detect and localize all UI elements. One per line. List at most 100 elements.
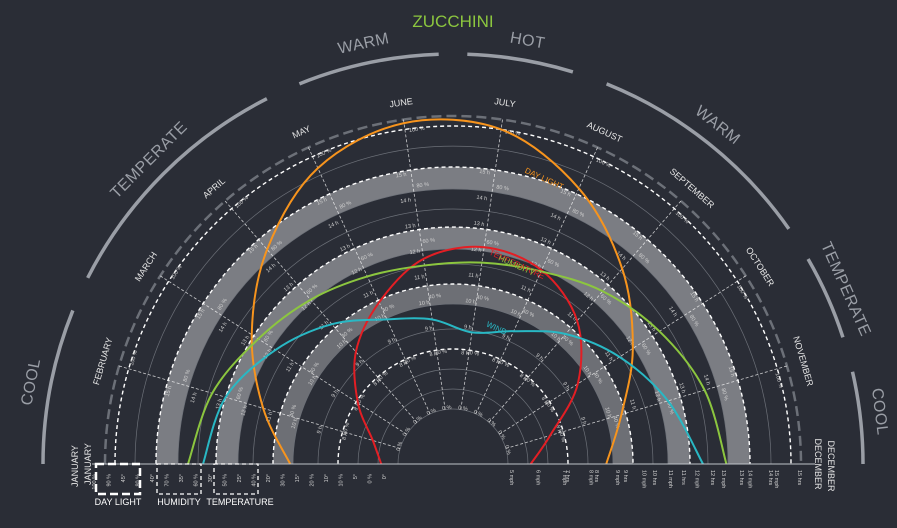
- grid-ring: [317, 328, 589, 465]
- hour-tick: 9 h: [316, 425, 324, 434]
- left-axis-tick: 70 %: [165, 474, 171, 487]
- hour-tick: 14 h: [218, 321, 229, 333]
- wind-axis-tick: 10 mph: [641, 470, 647, 488]
- percent-tick: 100 %: [773, 372, 783, 389]
- wind-axis-tick: 5 mph: [508, 470, 514, 485]
- legend: DAY LIGHT HUMIDITY TEMPERATURE: [94, 462, 274, 507]
- hour-tick: 11 h: [285, 361, 296, 373]
- zucchini-radial-chart: ZUCCHINI COOLTEMPERATEWARM HOTWARMTEMPERA…: [19, 12, 891, 507]
- legend-swatch: [94, 462, 142, 496]
- percent-tick: 0 %: [402, 426, 412, 437]
- left-axis-tick: 45°: [121, 474, 127, 482]
- chart-bands: [156, 167, 750, 464]
- left-axis-tick: 0 %: [368, 474, 374, 484]
- left-axis-tick: 25°: [237, 474, 243, 482]
- left-axis-tick: 10 %: [339, 474, 345, 487]
- season-arc: [467, 52, 574, 74]
- left-axis-tick: 20 %: [310, 474, 316, 487]
- hour-tick: 14 h: [400, 197, 411, 204]
- percent-tick: 0 %: [496, 430, 506, 441]
- left-axis-tick: 60 %: [194, 474, 200, 487]
- month-label: NOVEMBER: [791, 335, 815, 388]
- legend-label: HUMIDITY: [157, 497, 201, 507]
- hour-tick: 13 h: [405, 223, 416, 230]
- season-arc: [41, 309, 75, 465]
- wind-axis-tick: 6 mph: [535, 470, 541, 485]
- hour-tick: 12 h: [409, 249, 420, 256]
- month-label: MARCH: [133, 250, 159, 283]
- hour-tick: 14 h: [702, 374, 711, 386]
- left-axis-tick: 0°: [382, 474, 388, 479]
- left-axis-tick: 30°: [208, 474, 214, 482]
- wind-axis-tick: 11 mph: [667, 470, 673, 488]
- series-label: WIND: [485, 320, 508, 337]
- left-axis-tick: 40°: [150, 474, 156, 482]
- hour-tick: 11 h: [628, 399, 637, 411]
- hours-axis-tick: 15 hrs: [796, 470, 802, 486]
- hour-tick: 9 h: [425, 326, 433, 333]
- grid-ring: [397, 408, 509, 465]
- hours-axis-tick: 9 hrs: [622, 470, 628, 482]
- left-axis-tick: 50 %: [223, 474, 229, 487]
- wind-axis-tick: 14 mph: [747, 470, 753, 488]
- month-label-january: JANUARY: [70, 445, 80, 487]
- season-arc: [298, 52, 439, 86]
- month-label: JUNE: [389, 96, 414, 109]
- chart-title: ZUCCHINI: [412, 12, 493, 31]
- hour-tick: 14 h: [328, 220, 340, 230]
- hour-tick: 14 h: [476, 195, 487, 202]
- wind-axis-tick: 12 mph: [694, 470, 700, 488]
- left-axis-tick: 15°: [295, 474, 301, 482]
- month-label: APRIL: [201, 176, 227, 201]
- percent-tick: 0 %: [442, 405, 452, 412]
- month-label: SEPTEMBER: [668, 166, 717, 210]
- season-label: COOL: [868, 387, 891, 436]
- left-axis-tick: 5°: [353, 474, 359, 479]
- hour-tick: 14 h: [190, 392, 199, 404]
- left-axis-tick: 35°: [179, 474, 185, 482]
- hour-tick: 11 h: [520, 285, 532, 295]
- month-label: FEBRUARY: [91, 336, 114, 386]
- month-label: AUGUST: [585, 120, 624, 145]
- wind-axis-tick: 9 mph: [614, 470, 620, 485]
- percent-tick: 100 %: [234, 195, 250, 210]
- percent-tick: 100 %: [129, 350, 139, 367]
- season-label: HOT: [509, 30, 547, 53]
- hour-tick: 11 h: [414, 274, 425, 281]
- month-label-december: DECEMBER: [826, 440, 836, 492]
- season-label: COOL: [19, 357, 45, 407]
- hours-axis-tick: 7 hrs: [564, 470, 570, 482]
- percent-tick: 100 %: [674, 211, 690, 226]
- season-label: WARM: [692, 103, 743, 148]
- grid-ring: [155, 166, 751, 465]
- percent-tick: 100 %: [409, 126, 425, 134]
- percent-tick: 0 %: [396, 441, 404, 452]
- left-axis-tick: 20°: [266, 474, 272, 482]
- hour-tick: 13 h: [473, 221, 484, 228]
- hour-tick: 9 h: [579, 416, 587, 425]
- wind-axis-tick: 8 mph: [588, 470, 594, 485]
- hours-axis-tick: 11 hrs: [680, 470, 686, 485]
- legend-label: DAY LIGHT: [95, 497, 142, 507]
- hour-tick: 14 h: [667, 306, 678, 318]
- hour-tick: 14 h: [549, 212, 561, 222]
- grid-ring: [337, 348, 569, 465]
- percent-tick: 100 %: [735, 284, 749, 300]
- hours-axis-tick: 12 hrs: [709, 470, 715, 486]
- hour-tick: 11 h: [363, 290, 375, 300]
- hour-tick: 8 h: [342, 432, 350, 441]
- season-arc: [605, 82, 791, 230]
- wind-axis-tick: 13 mph: [720, 470, 726, 488]
- hour-tick: 8 h: [461, 350, 469, 357]
- season-arc: [850, 371, 865, 465]
- hour-tick: 9 h: [387, 337, 396, 346]
- hours-axis-tick: 14 hrs: [767, 470, 773, 486]
- season-label: WARM: [336, 30, 390, 57]
- percent-tick: 0 %: [486, 418, 497, 429]
- left-axis-tick: 90 %: [107, 474, 113, 487]
- left-axis-tick: 10°: [324, 474, 330, 482]
- percent-tick: 100 %: [595, 157, 612, 169]
- percent-tick: 100 %: [170, 264, 184, 280]
- month-label: MAY: [291, 124, 312, 141]
- legend-label: TEMPERATURE: [206, 497, 273, 507]
